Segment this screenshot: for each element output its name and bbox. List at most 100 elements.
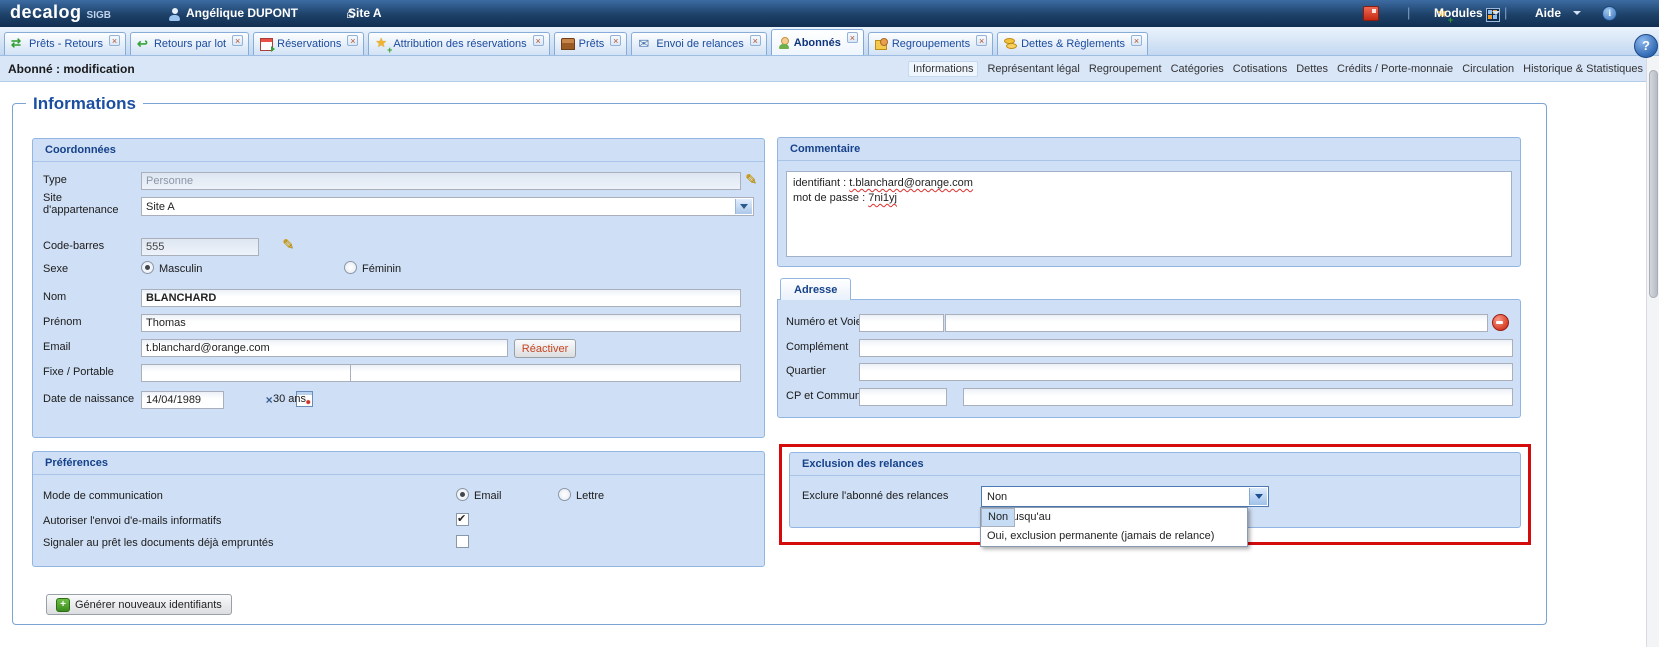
nav-circulation[interactable]: Circulation <box>1462 63 1514 75</box>
current-site-label[interactable]: Site A <box>348 6 382 20</box>
divider <box>778 160 1520 161</box>
date-naissance-field[interactable]: 14/04/1989 <box>141 391 224 409</box>
complement-field[interactable] <box>859 339 1513 357</box>
commune-field[interactable] <box>963 388 1513 406</box>
exclure-abonne-label: Exclure l'abonné des relances <box>802 490 948 502</box>
close-icon[interactable] <box>610 35 621 46</box>
voie-field[interactable] <box>945 314 1488 332</box>
autoriser-emails-label: Autoriser l'envoi d'e-mails informatifs <box>43 515 221 527</box>
tab-envoi-relances[interactable]: Envoi de relances <box>631 32 766 55</box>
date-naissance-label: Date de naissance <box>43 393 134 405</box>
tab-prets-retours[interactable]: Prêts - Retours <box>4 32 126 55</box>
reactiver-button[interactable]: Réactiver <box>514 339 576 358</box>
close-icon[interactable] <box>1131 35 1142 46</box>
dropdown-option-oui-permanente[interactable]: Oui, exclusion permanente (jamais de rel… <box>981 527 1247 546</box>
radio-masculin[interactable] <box>141 261 154 274</box>
dropdown-option-non[interactable]: Non <box>981 508 1015 527</box>
radio-email[interactable] <box>456 488 469 501</box>
quartier-field[interactable] <box>859 363 1513 381</box>
breadcrumb: Abonné : modification <box>8 62 135 76</box>
scrollbar-thumb[interactable] <box>1649 70 1658 298</box>
email-field[interactable]: t.blanchard@orange.com <box>141 339 508 357</box>
decalog-window: decalogSIGB Angélique DUPONT Site A | Mo… <box>0 0 1659 647</box>
tab-label: Attribution des réservations <box>393 38 526 50</box>
chevron-down-icon[interactable] <box>1249 488 1267 505</box>
minus-circle-icon[interactable] <box>1492 314 1509 331</box>
pencil-icon[interactable] <box>282 238 296 253</box>
aide-menu[interactable]: Aide <box>1535 6 1561 20</box>
prenom-field[interactable]: Thomas <box>141 314 741 332</box>
tab-label: Prêts <box>579 38 605 50</box>
group-icon <box>875 38 888 50</box>
radio-feminin-label[interactable]: Féminin <box>362 263 401 275</box>
cp-field[interactable] <box>859 388 947 406</box>
nav-credits-porte-monnaie[interactable]: Crédits / Porte-monnaie <box>1337 63 1453 75</box>
mot-de-passe-value: 7ni1yj <box>868 192 897 204</box>
site-appartenance-select[interactable]: Site A <box>141 197 754 216</box>
code-barres-field: 555 <box>141 238 259 256</box>
generer-identifiants-label: Générer nouveaux identifiants <box>75 599 222 611</box>
close-icon[interactable] <box>533 35 544 46</box>
generer-identifiants-button[interactable]: Générer nouveaux identifiants <box>46 594 232 615</box>
current-user-label[interactable]: Angélique DUPONT <box>186 6 298 20</box>
tab-dettes-reglements[interactable]: Dettes & Règlements <box>997 32 1148 55</box>
commentaire-fieldset: Commentaire identifiant : t.blanchard@or… <box>777 137 1521 267</box>
radio-lettre-label[interactable]: Lettre <box>576 490 604 502</box>
sync-icon <box>11 38 25 51</box>
close-icon[interactable] <box>976 35 987 46</box>
chevron-down-icon[interactable] <box>735 199 752 214</box>
dropdown-option-oui-jusquau[interactable]: Oui, jusqu'au <box>981 508 1247 527</box>
radio-masculin-label[interactable]: Masculin <box>159 263 202 275</box>
radio-email-label[interactable]: Email <box>474 490 502 502</box>
tab-label: Abonnés <box>794 37 841 49</box>
tab-adresse[interactable]: Adresse <box>780 278 851 300</box>
tab-abonnes[interactable]: Abonnés <box>771 29 864 55</box>
nav-cotisations[interactable]: Cotisations <box>1233 63 1287 75</box>
exclusion-combobox[interactable]: Non <box>981 486 1269 507</box>
adresse-fieldset: Numéro et Voie Complément Quartier CP et… <box>777 299 1521 418</box>
tab-attribution-reservations[interactable]: Attribution des réservations <box>368 32 549 55</box>
pencil-icon[interactable] <box>745 173 759 188</box>
section-nav: Informations Représentant légal Regroupe… <box>908 56 1643 82</box>
radio-lettre[interactable] <box>558 488 571 501</box>
chevron-down-icon[interactable] <box>1573 11 1581 15</box>
tab-retours-par-lot[interactable]: Retours par lot <box>130 32 249 55</box>
help-button[interactable]: ? <box>1634 34 1658 58</box>
close-icon[interactable] <box>750 35 761 46</box>
chevron-down-icon[interactable] <box>1492 11 1500 15</box>
close-icon[interactable] <box>109 35 120 46</box>
nav-dettes[interactable]: Dettes <box>1296 63 1328 75</box>
close-icon[interactable] <box>847 32 858 43</box>
signaler-documents-checkbox[interactable] <box>456 535 469 548</box>
nav-informations[interactable]: Informations <box>908 61 979 77</box>
fixe-field[interactable] <box>141 364 363 382</box>
tab-reservations[interactable]: Réservations <box>253 32 364 55</box>
numero-field[interactable] <box>859 314 944 332</box>
coordonnees-fieldset: Coordonnées Type Personne Site d'apparte… <box>32 138 765 438</box>
session-book-icon[interactable] <box>1363 6 1379 21</box>
nav-representant-legal[interactable]: Représentant légal <box>987 63 1079 75</box>
nom-field[interactable]: BLANCHARD <box>141 289 741 307</box>
sexe-label: Sexe <box>43 263 68 275</box>
radio-feminin[interactable] <box>344 261 357 274</box>
tab-prets[interactable]: Prêts <box>554 32 628 55</box>
app-logo-suffix: SIGB <box>87 10 111 21</box>
site-appartenance-label: Site d'appartenance <box>43 192 135 216</box>
autoriser-emails-checkbox[interactable] <box>456 513 469 526</box>
nav-categories[interactable]: Catégories <box>1171 63 1224 75</box>
site-appartenance-value: Site A <box>146 201 175 213</box>
modules-menu[interactable]: Modules <box>1434 6 1483 20</box>
nav-regroupement[interactable]: Regroupement <box>1089 63 1162 75</box>
type-label: Type <box>43 174 67 186</box>
tab-regroupements[interactable]: Regroupements <box>868 32 993 55</box>
app-logo-text: decalog <box>10 2 82 22</box>
fieldset-title: Préférences <box>45 457 108 469</box>
user-icon <box>168 8 181 21</box>
vertical-scrollbar[interactable] <box>1646 56 1659 647</box>
identifiant-label: identifiant : <box>793 177 849 189</box>
close-icon[interactable] <box>232 35 243 46</box>
commentaire-textarea[interactable]: identifiant : t.blanchard@orange.com mot… <box>786 171 1512 257</box>
nav-historique-statistiques[interactable]: Historique & Statistiques <box>1523 63 1643 75</box>
portable-field[interactable] <box>350 364 741 382</box>
close-icon[interactable] <box>347 35 358 46</box>
